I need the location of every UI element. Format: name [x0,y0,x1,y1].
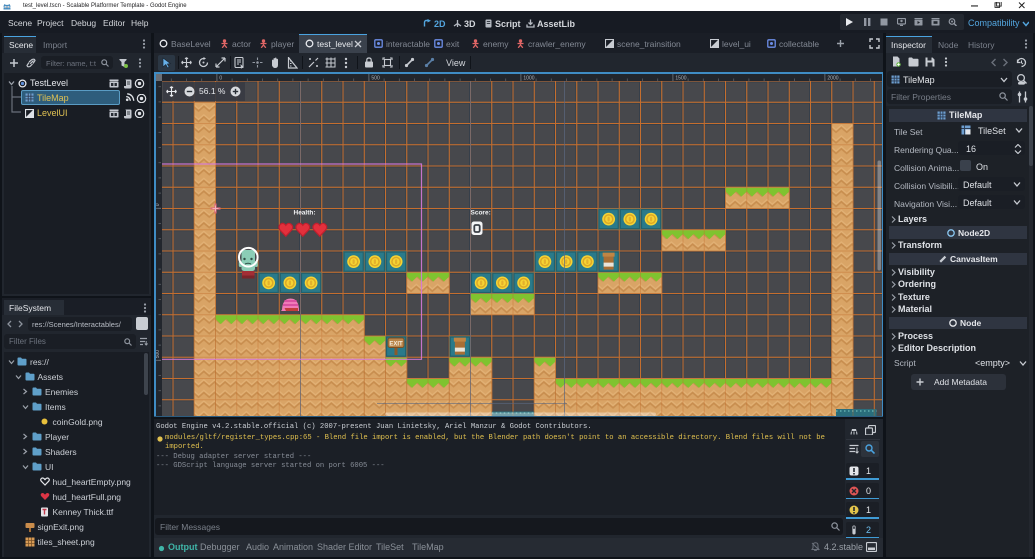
svg-text:Score:: Score: [470,209,490,216]
svg-text:EXIT: EXIT [389,341,403,347]
svg-text:0: 0 [155,203,161,206]
svg-text:500: 500 [155,349,161,358]
svg-text:Health:: Health: [293,209,315,216]
